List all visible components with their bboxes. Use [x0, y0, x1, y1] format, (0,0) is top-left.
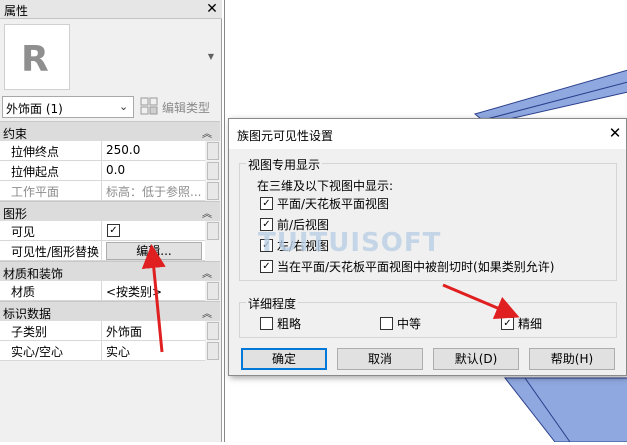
arrow-to-edit-button	[141, 244, 166, 353]
annotation-arrows	[141, 244, 520, 353]
arrow-to-fine-checkbox	[442, 283, 520, 320]
